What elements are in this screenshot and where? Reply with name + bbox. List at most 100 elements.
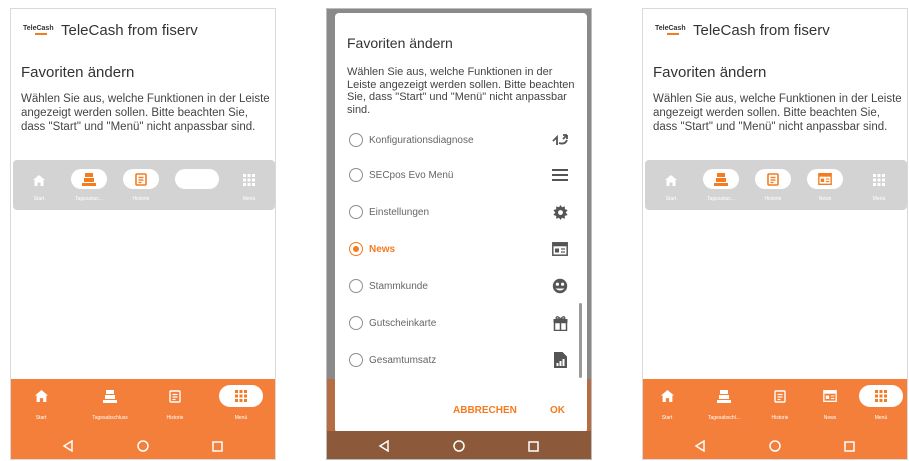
fav-pill[interactable] [703, 169, 739, 189]
fav-slot-start: Start [15, 160, 63, 210]
history-icon [767, 172, 779, 186]
options-list[interactable]: Konfigurationsdiagnose SECpos Evo Menü E… [335, 131, 587, 378]
fav-pill[interactable] [71, 169, 107, 189]
nav-label: Historie [166, 415, 184, 421]
nav-item-historie[interactable]: Historie [757, 379, 803, 431]
grid-icon [239, 172, 259, 188]
back-icon[interactable] [48, 436, 88, 456]
empty-slot-pill[interactable] [175, 169, 219, 189]
customer-icon [549, 276, 571, 296]
home-icon [29, 172, 49, 188]
sync-icon [549, 131, 571, 150]
app-title: TeleCash from fiserv [693, 21, 830, 39]
nav-item-menu[interactable]: Menü [855, 379, 907, 431]
radio-button-selected[interactable] [349, 242, 363, 256]
radio-button[interactable] [349, 205, 363, 219]
scrollbar[interactable] [579, 303, 582, 378]
gear-icon [549, 202, 571, 222]
menu-icon [549, 165, 571, 185]
option-gutscheinkarte[interactable]: Gutscheinkarte [335, 308, 587, 338]
nav-item-news[interactable]: News [807, 379, 853, 431]
gift-icon [549, 313, 571, 333]
fav-slot-historie[interactable]: Historie [117, 160, 165, 210]
option-stammkunde[interactable]: Stammkunde [335, 271, 587, 301]
fav-slot-historie[interactable]: Historie [749, 160, 797, 210]
bottom-navigation: Start Tagesabschluss Historie Menü [11, 379, 275, 431]
news-icon [549, 239, 571, 259]
screen-favorites-initial: TeleCash TeleCash from fiserv Favoriten … [10, 8, 276, 460]
option-einstellungen[interactable]: Einstellungen [335, 197, 587, 227]
home-icon [29, 385, 53, 407]
grid-icon [219, 385, 263, 407]
dialog-description: Wählen Sie aus, welche Funktionen in der… [347, 66, 575, 116]
option-label: SECpos Evo Menü [369, 169, 454, 181]
screen-favorites-dialog: Favoriten ändern Wählen Sie aus, welche … [326, 8, 592, 460]
app-bar: TeleCash TeleCash from fiserv [11, 9, 275, 51]
option-label: Stammkunde [369, 280, 428, 292]
option-label: Einstellungen [369, 206, 430, 218]
recents-icon[interactable] [830, 436, 870, 456]
report-icon [549, 350, 571, 370]
option-label: News [369, 243, 396, 255]
fav-slot-tagesabschluss[interactable]: Tagesabsc... [697, 160, 745, 210]
nav-item-menu[interactable]: Menü [211, 379, 271, 431]
fav-label: Menü [872, 196, 886, 202]
recents-icon[interactable] [514, 436, 554, 456]
home-circle-icon[interactable] [123, 436, 163, 456]
nav-label: Menü [234, 415, 248, 421]
option-konfigurationsdiagnose[interactable]: Konfigurationsdiagnose [335, 131, 587, 155]
fav-label: Tagesabsc... [706, 196, 736, 202]
fav-slot-empty[interactable] [169, 160, 225, 210]
option-news[interactable]: News [335, 234, 587, 264]
fav-slot-tagesabschluss[interactable]: Tagesabsc... [65, 160, 113, 210]
fav-slot-menu: Menü [855, 160, 903, 210]
system-navigation-bar [11, 431, 275, 459]
grid-icon [859, 385, 903, 407]
option-label: Gutscheinkarte [369, 317, 437, 329]
nav-item-start[interactable]: Start [643, 379, 691, 431]
fav-slot-news[interactable]: News [801, 160, 849, 210]
radio-button[interactable] [349, 279, 363, 293]
page-title: Favoriten ändern [21, 64, 135, 81]
cash-register-icon [82, 172, 96, 186]
fav-pill[interactable] [807, 169, 843, 189]
page-description: Wählen Sie aus, welche Funktionen in der… [653, 93, 902, 133]
option-secpos-evo-menu[interactable]: SECpos Evo Menü [335, 160, 587, 190]
fav-label: Start [33, 196, 45, 202]
radio-button[interactable] [349, 316, 363, 330]
favorites-bar: Start Tagesabsc... Historie Menü [13, 160, 275, 210]
fav-label: Historie [764, 196, 782, 202]
back-icon[interactable] [680, 436, 720, 456]
nav-label: Menü [874, 415, 888, 421]
cash-register-icon [709, 385, 739, 407]
option-gesamtumsatz[interactable]: Gesamtumsatz [335, 345, 587, 375]
favorites-bar: Start Tagesabsc... Historie News Menü [645, 160, 907, 210]
back-icon[interactable] [364, 436, 404, 456]
fav-label: Tagesabsc... [74, 196, 104, 202]
nav-label: Start [661, 415, 673, 421]
fav-pill[interactable] [123, 169, 159, 189]
telecash-logo: TeleCash [23, 25, 54, 35]
nav-item-historie[interactable]: Historie [147, 379, 203, 431]
recents-icon[interactable] [198, 436, 238, 456]
page-description: Wählen Sie aus, welche Funktionen in der… [21, 93, 270, 133]
home-circle-icon[interactable] [439, 436, 479, 456]
page-title: Favoriten ändern [653, 64, 767, 81]
nav-item-tagesabschluss[interactable]: Tagesabschl... [695, 379, 753, 431]
telecash-logo: TeleCash [655, 25, 686, 35]
nav-item-start[interactable]: Start [11, 379, 71, 431]
radio-button[interactable] [349, 133, 363, 147]
grid-icon [869, 172, 889, 188]
home-circle-icon[interactable] [755, 436, 795, 456]
cancel-button[interactable]: ABBRECHEN [453, 405, 517, 416]
nav-item-tagesabschluss[interactable]: Tagesabschluss [77, 379, 143, 431]
system-navigation-bar [327, 431, 591, 459]
fav-pill[interactable] [755, 169, 791, 189]
history-icon [135, 172, 147, 186]
nav-label: Start [35, 415, 47, 421]
radio-button[interactable] [349, 353, 363, 367]
news-icon [818, 385, 842, 407]
app-bar: TeleCash TeleCash from fiserv [643, 9, 907, 51]
ok-button[interactable]: OK [550, 405, 565, 416]
radio-button[interactable] [349, 168, 363, 182]
